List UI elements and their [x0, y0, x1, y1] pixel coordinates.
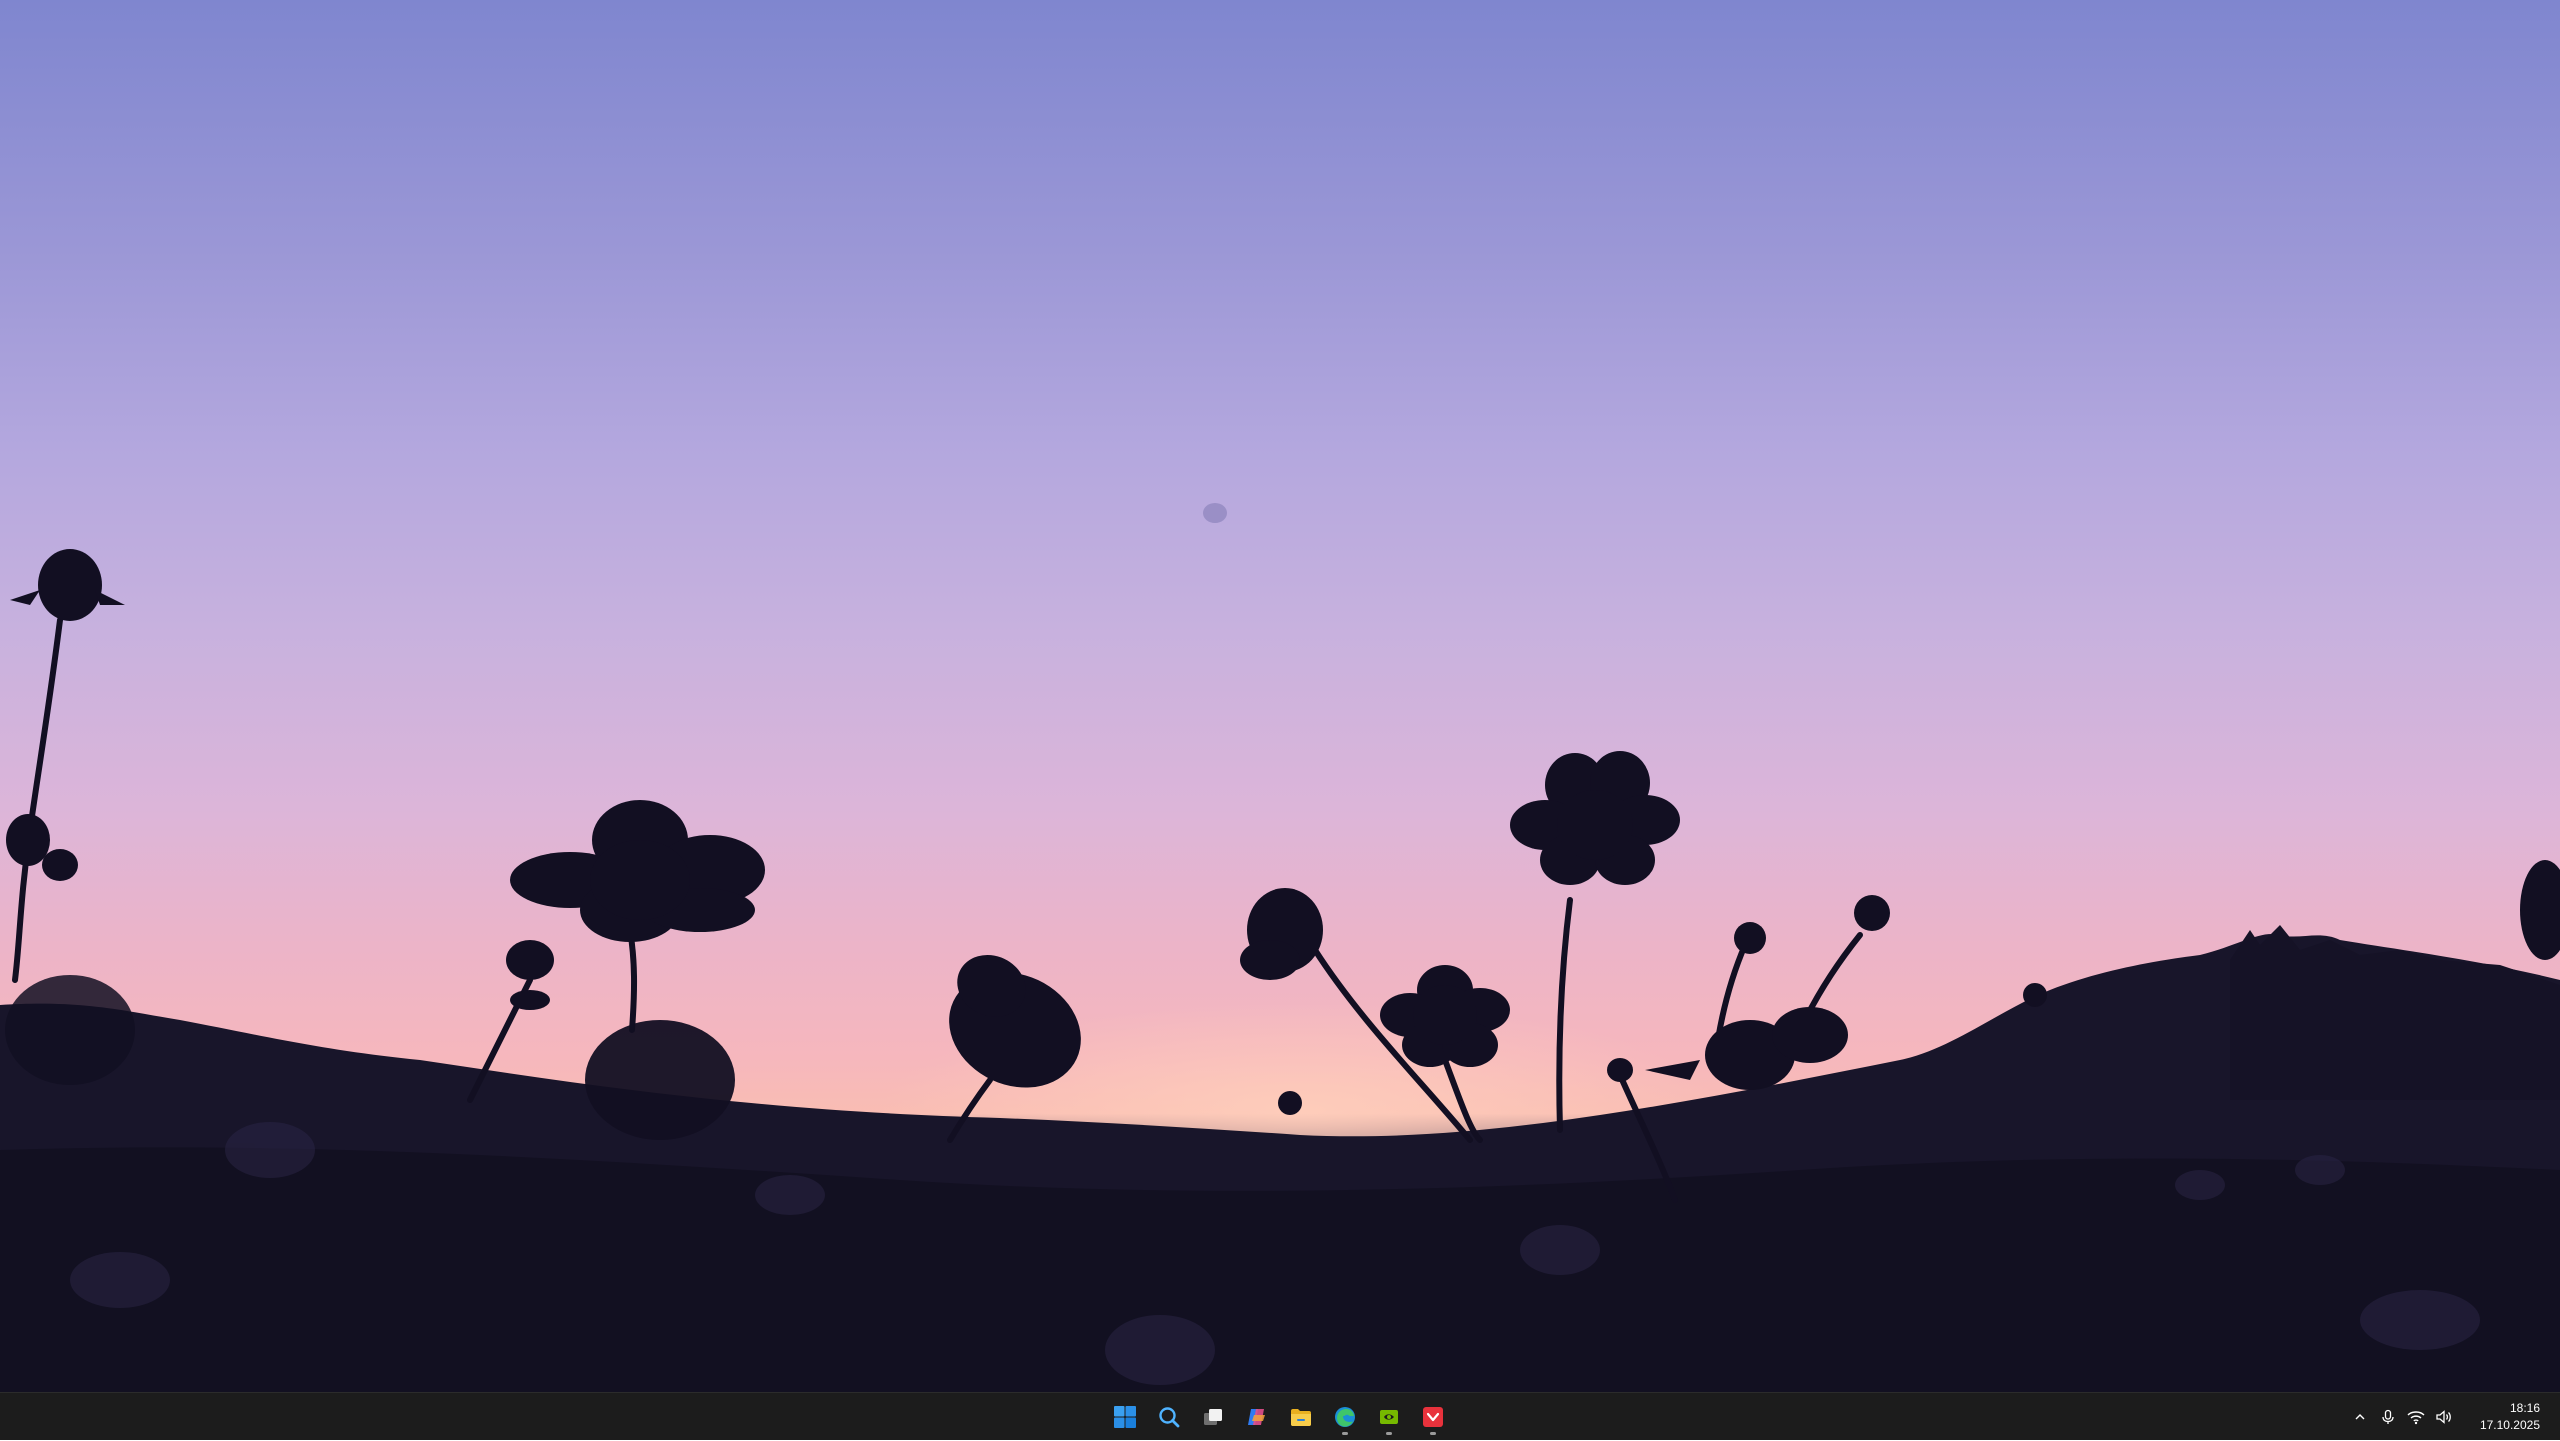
file-explorer-button[interactable]	[1281, 1397, 1321, 1437]
speaker-icon[interactable]	[2430, 1397, 2458, 1437]
nvidia-button[interactable]	[1369, 1397, 1409, 1437]
running-indicator	[1342, 1432, 1348, 1435]
wifi-icon[interactable]	[2402, 1397, 2430, 1437]
clock-date: 17.10.2025	[2479, 1418, 2540, 1432]
windows-logo-icon	[1114, 1406, 1136, 1428]
flower-silhouette-icon	[0, 503, 2560, 1392]
clock[interactable]: 18:16 17.10.2025	[2458, 1397, 2554, 1437]
microphone-icon[interactable]	[2374, 1397, 2402, 1437]
search-icon	[1159, 1407, 1180, 1428]
running-indicator	[1386, 1432, 1392, 1435]
taskbar-apps	[1105, 1393, 1453, 1441]
folder-icon	[1291, 1409, 1311, 1426]
task-view-button[interactable]	[1193, 1397, 1233, 1437]
copilot-icon	[1248, 1409, 1265, 1425]
copilot-button[interactable]	[1237, 1397, 1277, 1437]
show-desktop-button[interactable]	[2554, 1393, 2560, 1441]
task-view-icon	[1204, 1409, 1222, 1425]
nvidia-icon	[1380, 1410, 1398, 1424]
system-tray: 18:16 17.10.2025	[2346, 1393, 2560, 1441]
edge-icon	[1335, 1407, 1355, 1427]
red-app-icon	[1423, 1407, 1443, 1427]
start-button[interactable]	[1105, 1397, 1145, 1437]
desktop-wallpaper	[0, 0, 2560, 1392]
taskbar: 18:16 17.10.2025	[0, 1392, 2560, 1440]
app-red-button[interactable]	[1413, 1397, 1453, 1437]
search-button[interactable]	[1149, 1397, 1189, 1437]
chevron-up-icon[interactable]	[2346, 1397, 2374, 1437]
running-indicator	[1430, 1432, 1436, 1435]
clock-time: 18:16	[2509, 1401, 2540, 1415]
edge-button[interactable]	[1325, 1397, 1365, 1437]
